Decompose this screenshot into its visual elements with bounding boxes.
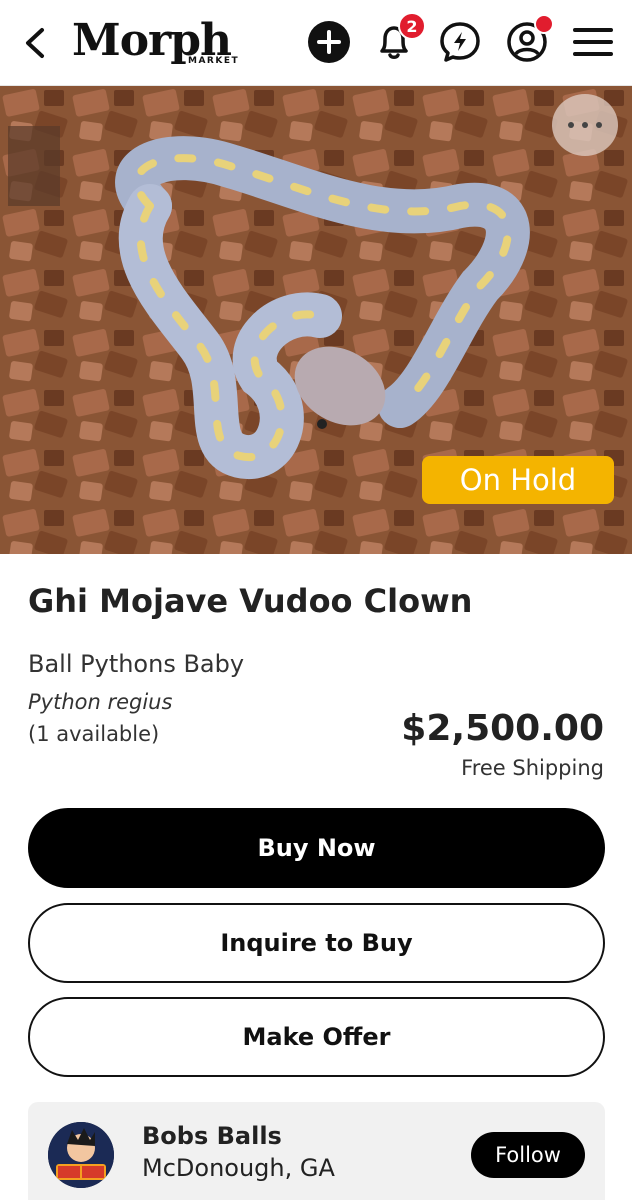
seller-logo-icon [48,1122,114,1188]
morph-market-logo[interactable]: Morph MARKET [72,12,238,70]
more-dots-icon [568,122,574,128]
notification-count-badge: 2 [398,12,426,40]
shipping-info: Free Shipping [461,756,604,780]
menu-icon[interactable] [571,20,615,64]
account-alert-dot [534,14,554,34]
buy-now-button[interactable]: Buy Now [28,808,605,888]
scientific-name: Python regius [28,690,173,714]
inquire-to-buy-button[interactable]: Inquire to Buy [28,903,605,983]
on-hold-badge: On Hold [422,456,614,504]
seller-card[interactable]: Bobs Balls McDonough, GA Follow [28,1102,605,1200]
messenger-icon[interactable] [438,20,482,64]
more-options-button[interactable] [552,94,618,156]
logo-subtitle: MARKET [188,56,240,66]
top-nav-bar: Morph MARKET 2 [0,0,632,86]
listing-price: $2,500.00 [401,708,604,749]
availability-text: (1 available) [28,722,160,746]
make-offer-button[interactable]: Make Offer [28,997,605,1077]
listing-title: Ghi Mojave Vudoo Clown [28,582,473,620]
add-icon[interactable] [307,20,351,64]
listing-category[interactable]: Ball Pythons Baby [28,650,244,678]
follow-button[interactable]: Follow [471,1132,585,1178]
back-arrow-icon[interactable] [20,26,52,60]
seller-name[interactable]: Bobs Balls [142,1122,282,1150]
seller-location: McDonough, GA [142,1154,335,1182]
seller-avatar[interactable] [48,1122,114,1188]
